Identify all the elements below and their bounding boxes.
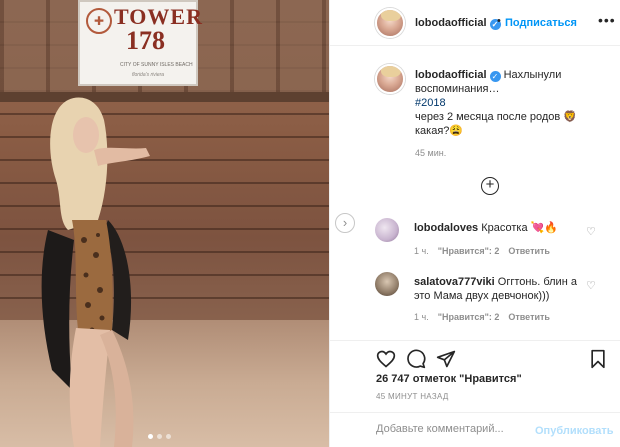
carousel-dot: [157, 434, 162, 439]
separator: •: [497, 15, 501, 27]
lifeguard-tower-sign: ✚ TOWER 178 CITY OF SUNNY ISLES BEACH fl…: [78, 0, 202, 86]
next-photo-button[interactable]: ›: [335, 213, 355, 233]
sign-number: 178: [126, 26, 165, 55]
load-more-comments-icon[interactable]: +: [481, 177, 499, 195]
caption-line-3: какая?😩: [415, 125, 464, 137]
bookmark-icon[interactable]: [589, 349, 607, 369]
share-send-icon[interactable]: [436, 349, 456, 369]
comment-likes[interactable]: "Нравится": 2: [438, 312, 500, 322]
posted-time[interactable]: 45 МИНУТ НАЗАД: [376, 392, 449, 401]
lifeguard-emblem-icon: ✚: [86, 8, 112, 34]
follow-button[interactable]: Подписаться: [505, 17, 577, 29]
like-count[interactable]: 26 747 отметок "Нравится": [376, 373, 522, 385]
action-bar: [330, 340, 620, 370]
like-comment-icon[interactable]: ♡: [586, 225, 596, 238]
comment-meta: 1 ч. "Нравится": 2 Ответить: [414, 312, 550, 322]
comment-username[interactable]: salatova777viki: [414, 276, 495, 288]
comment-time[interactable]: 1 ч.: [414, 246, 429, 256]
publish-button[interactable]: Опубликовать: [535, 425, 614, 437]
post-header: lobodaofficial ✓ • Подписаться •••: [330, 0, 620, 46]
like-heart-icon[interactable]: [376, 349, 396, 369]
avatar[interactable]: [375, 218, 399, 242]
sign-subtitle: CITY OF SUNNY ISLES BEACH: [120, 62, 193, 68]
caption-time: 45 мин.: [415, 148, 447, 158]
post-photo[interactable]: ✚ TOWER 178 CITY OF SUNNY ISLES BEACH fl…: [0, 0, 329, 447]
sign-script: florida's riviera: [132, 72, 165, 78]
comment-text: Красотка 💘🔥: [481, 222, 559, 234]
carousel-indicator: [148, 434, 171, 439]
reply-button[interactable]: Ответить: [508, 246, 550, 256]
header-username[interactable]: lobodaofficial ✓: [415, 17, 501, 30]
caption-username[interactable]: lobodaofficial: [415, 69, 487, 81]
add-comment-bar: Опубликовать: [330, 412, 620, 447]
avatar[interactable]: [375, 8, 405, 38]
comment-input[interactable]: [376, 423, 526, 435]
woman-figure: [41, 97, 150, 447]
post-details-panel: lobodaofficial ✓ • Подписаться ••• loboda…: [329, 0, 620, 447]
verified-badge-icon: ✓: [489, 71, 501, 82]
caption-line-2: через 2 месяца после родов 🦁: [415, 111, 578, 123]
comment-likes[interactable]: "Нравится": 2: [438, 246, 500, 256]
like-comment-icon[interactable]: ♡: [586, 279, 596, 292]
avatar[interactable]: [375, 272, 399, 296]
comment-username[interactable]: lobodaloves: [414, 222, 478, 234]
comment-meta: 1 ч. "Нравится": 2 Ответить: [414, 246, 550, 256]
carousel-dot: [166, 434, 171, 439]
comment-bubble-icon[interactable]: [406, 349, 426, 369]
comment-body: lobodaloves Красотка 💘🔥: [414, 221, 584, 235]
caption-text: lobodaofficial ✓ Нахлынули воспоминания… …: [415, 68, 585, 138]
more-options-icon[interactable]: •••: [598, 12, 616, 28]
reply-button[interactable]: Ответить: [508, 312, 550, 322]
comment-time[interactable]: 1 ч.: [414, 312, 429, 322]
carousel-dot: [148, 434, 153, 439]
username-text[interactable]: lobodaofficial: [415, 17, 487, 29]
avatar[interactable]: [375, 64, 405, 94]
comment-body: salatova777viki Оггтонь. блин а это Мама…: [414, 275, 584, 303]
hashtag-link[interactable]: #2018: [415, 96, 585, 110]
